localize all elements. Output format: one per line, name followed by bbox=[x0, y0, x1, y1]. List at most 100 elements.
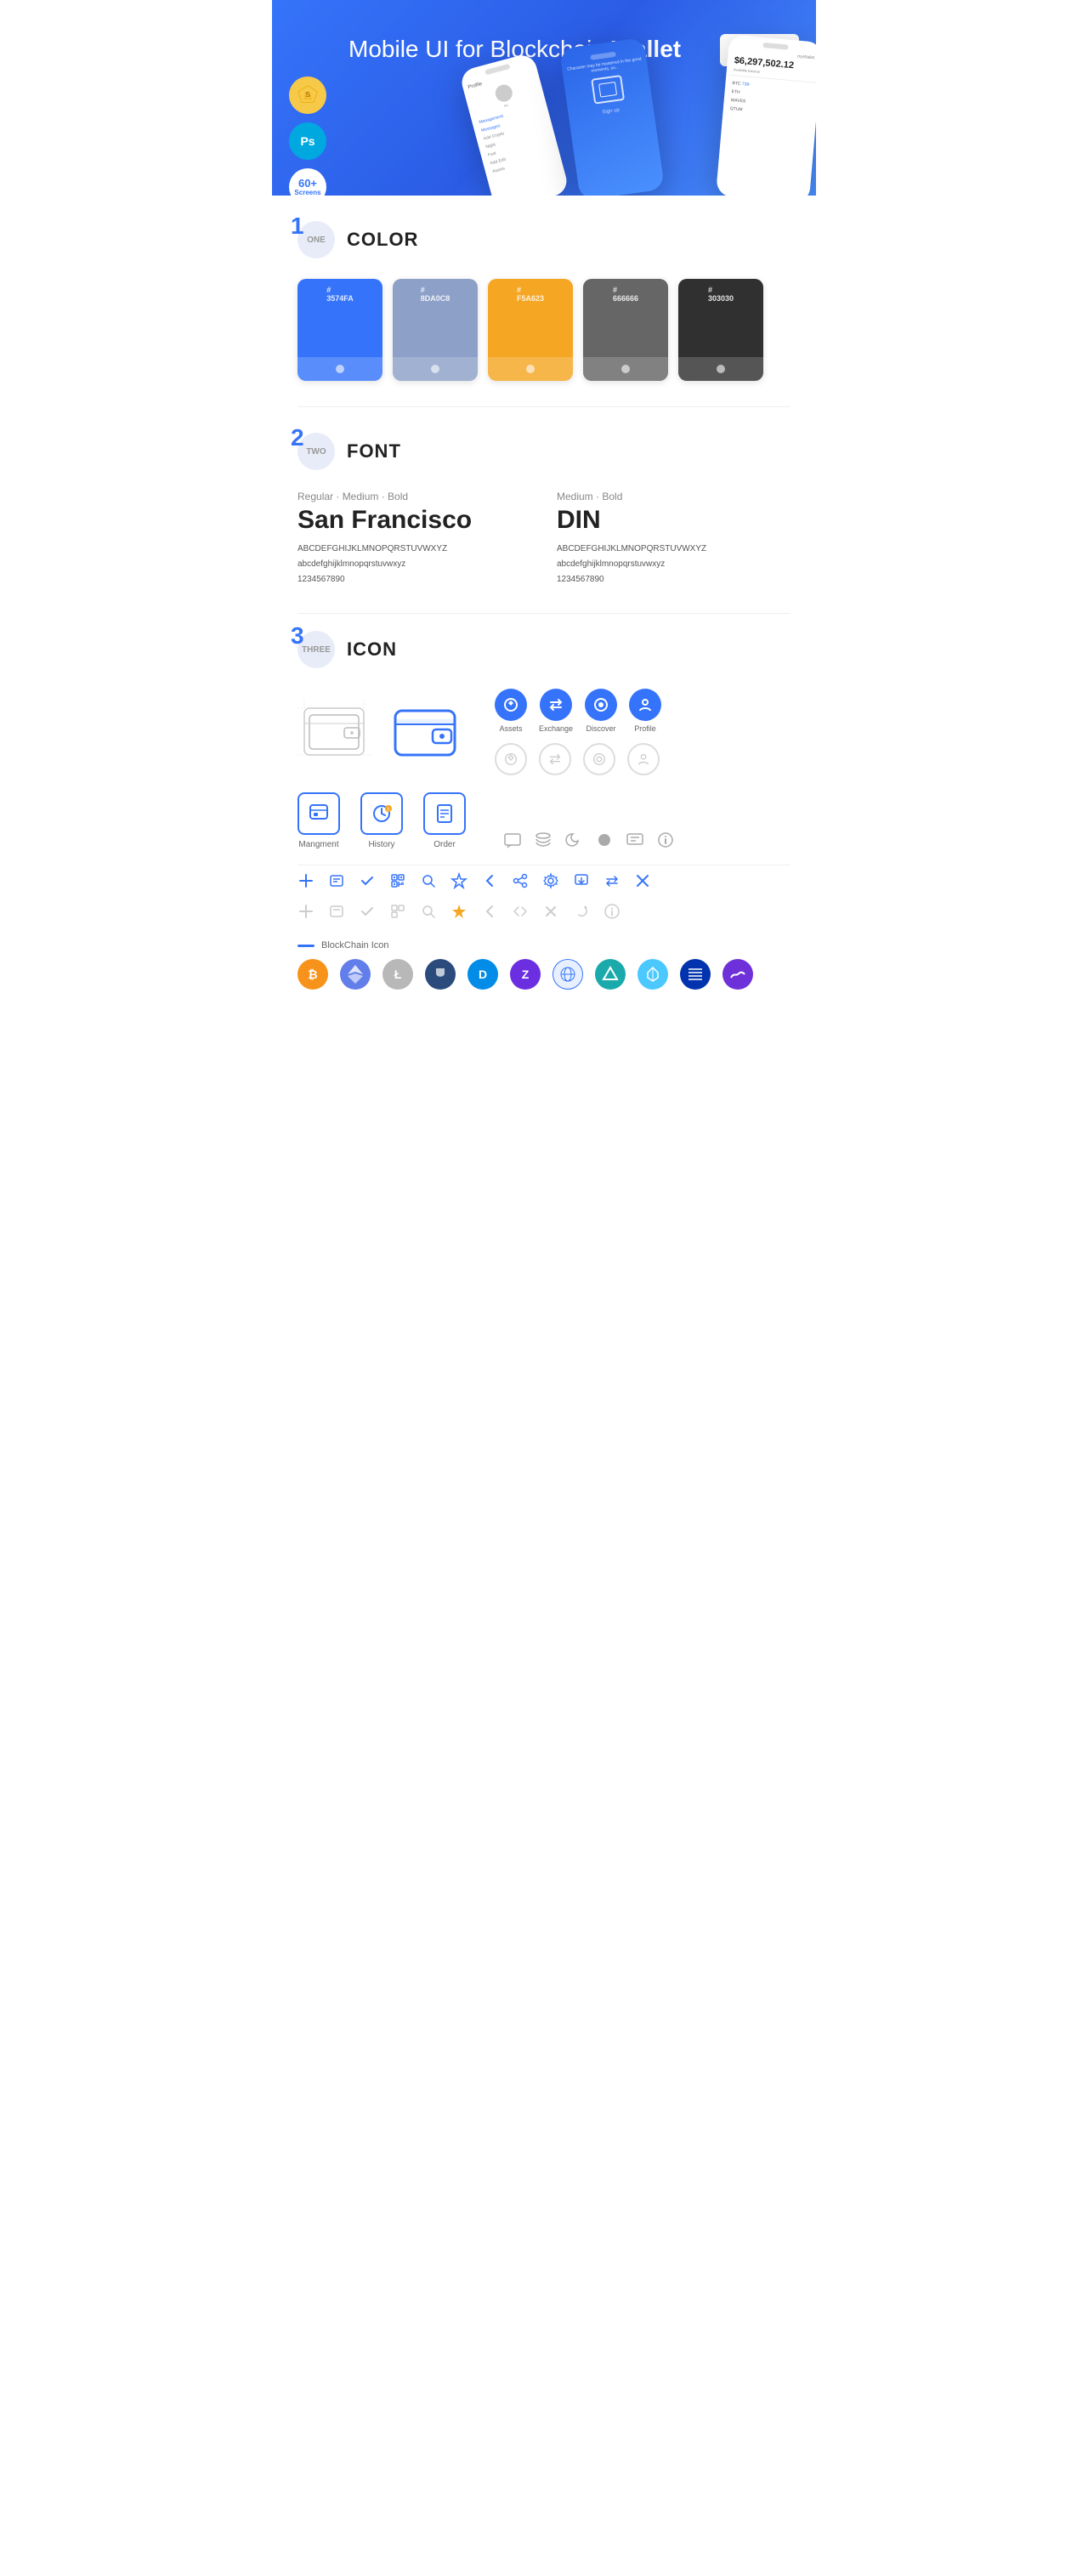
search-icon-gray bbox=[420, 903, 437, 920]
icon-section-header: 3 THREE ICON bbox=[298, 631, 790, 668]
gear-icon bbox=[542, 872, 559, 889]
crypto-zec: Z bbox=[510, 959, 541, 990]
check-icon bbox=[359, 872, 376, 889]
info-icon bbox=[656, 831, 675, 849]
font-sf-lower: abcdefghijklmnopqrstuvwxyz bbox=[298, 557, 531, 572]
crypto-gem bbox=[638, 959, 668, 990]
crypto-eth bbox=[340, 959, 371, 990]
ps-badge: Ps bbox=[289, 122, 326, 160]
font-din-style: Medium · Bold bbox=[557, 491, 790, 502]
small-icons-gray-row bbox=[298, 896, 790, 927]
crypto-dash: D bbox=[468, 959, 498, 990]
arrows-gray bbox=[512, 903, 529, 920]
color-swatch-4: #303030 bbox=[678, 279, 763, 381]
font-sf-name: San Francisco bbox=[298, 506, 531, 535]
font-din-numbers: 1234567890 bbox=[557, 572, 790, 587]
nav-icons-colored: Assets Exchange Discover bbox=[495, 689, 661, 775]
color-grid: #3574FA #8DA0C8 #F5A623 #666666 #303030 bbox=[298, 279, 790, 381]
swap-icon bbox=[604, 872, 620, 889]
font-title: FONT bbox=[347, 440, 401, 462]
small-icons-blue-row bbox=[298, 865, 790, 896]
color-section-header: 1 ONE COLOR bbox=[298, 221, 790, 258]
download-icon bbox=[573, 872, 590, 889]
screens-badge: 60+ Screens bbox=[289, 168, 326, 196]
search-icon bbox=[420, 872, 437, 889]
nav-icon-profile: Profile bbox=[629, 689, 661, 733]
phone-mockup-3: myWallet $6,297,502.12 Available balance… bbox=[716, 35, 816, 196]
list-icon-gray bbox=[328, 903, 345, 920]
nav-icon-discover: Discover bbox=[585, 689, 617, 733]
blockchain-label: BlockChain Icon bbox=[321, 940, 389, 950]
list-icon bbox=[328, 872, 345, 889]
chat-icon bbox=[503, 831, 522, 849]
color-swatch-2: #F5A623 bbox=[488, 279, 573, 381]
crypto-ltc: Ł bbox=[382, 959, 413, 990]
svg-text:!: ! bbox=[388, 808, 389, 813]
icon-section: 3 THREE ICON bbox=[272, 614, 816, 1022]
hero-section: Mobile UI for Blockchain Wallet UI Kit S… bbox=[272, 0, 816, 196]
redo-gray bbox=[573, 903, 590, 920]
font-section: 2 TWO FONT Regular · Medium · Bold San F… bbox=[272, 407, 816, 613]
color-section: 1 ONE COLOR #3574FA #8DA0C8 #F5A623 #666… bbox=[272, 196, 816, 406]
color-title: COLOR bbox=[347, 229, 418, 251]
svg-text:S: S bbox=[305, 90, 310, 99]
phone-mockups: Profile AI... Management Messages Add Cr… bbox=[476, 17, 816, 196]
blockchain-icons-row: ₿ Ł D Z bbox=[298, 959, 790, 990]
wallet-colored-icon-container bbox=[388, 698, 464, 766]
font-din-lower: abcdefghijklmnopqrstuvwxyz bbox=[557, 557, 790, 572]
chevron-left-gray bbox=[481, 903, 498, 920]
crypto-gno bbox=[680, 959, 711, 990]
blockchain-section: BlockChain Icon ₿ Ł D Z bbox=[298, 940, 790, 990]
section-number-2: 2 TWO bbox=[298, 433, 335, 470]
layers-icon bbox=[534, 831, 552, 849]
wallet-wireframe-icon bbox=[298, 698, 374, 766]
blockchain-dash bbox=[298, 945, 314, 947]
wallet-colored-icon bbox=[392, 702, 460, 762]
x-gray bbox=[542, 903, 559, 920]
crypto-ark bbox=[595, 959, 626, 990]
app-icon-history: ! History bbox=[360, 792, 403, 849]
section-number-3: 3 THREE bbox=[298, 631, 335, 668]
nav-icon-assets: Assets bbox=[495, 689, 527, 733]
speech-bubble-icon bbox=[626, 831, 644, 849]
badges-column: S Ps 60+ Screens bbox=[289, 77, 326, 196]
phone-mockup-1: Profile AI... Management Messages Add Cr… bbox=[459, 52, 570, 196]
moon-icon bbox=[564, 831, 583, 849]
nav-icon-discover-outline bbox=[583, 743, 615, 775]
section-number-1: 1 ONE bbox=[298, 221, 335, 258]
close-icon bbox=[634, 872, 651, 889]
check-icon-gray bbox=[359, 903, 376, 920]
chevron-left-icon bbox=[481, 872, 498, 889]
qr-icon-gray bbox=[389, 903, 406, 920]
font-sf-upper: ABCDEFGHIJKLMNOPQRSTUVWXYZ bbox=[298, 542, 531, 557]
font-sf: Regular · Medium · Bold San Francisco AB… bbox=[298, 491, 531, 587]
app-icons-section: Mangment ! History Order bbox=[298, 792, 790, 849]
app-icon-order: Order bbox=[423, 792, 466, 849]
color-swatch-0: #3574FA bbox=[298, 279, 382, 381]
font-sf-style: Regular · Medium · Bold bbox=[298, 491, 531, 502]
utility-icons-row bbox=[503, 831, 675, 849]
sketch-badge: S bbox=[289, 77, 326, 114]
star-icon-yellow bbox=[450, 903, 468, 920]
phone-mockup-2: Character may be mastered in the good mo… bbox=[559, 37, 665, 196]
nav-icon-profile-outline bbox=[627, 743, 660, 775]
crypto-net bbox=[552, 959, 583, 990]
font-section-header: 2 TWO FONT bbox=[298, 433, 790, 470]
info-gray bbox=[604, 903, 620, 920]
circle-icon bbox=[595, 831, 614, 849]
nav-icon-exchange-outline bbox=[539, 743, 571, 775]
crypto-blk bbox=[425, 959, 456, 990]
font-din: Medium · Bold DIN ABCDEFGHIJKLMNOPQRSTUV… bbox=[557, 491, 790, 587]
crypto-waves bbox=[722, 959, 753, 990]
share-icon bbox=[512, 872, 529, 889]
app-icon-management: Mangment bbox=[298, 792, 340, 849]
qr-icon bbox=[389, 872, 406, 889]
font-grid: Regular · Medium · Bold San Francisco AB… bbox=[298, 491, 790, 587]
icon-title: ICON bbox=[347, 638, 397, 661]
nav-icon-exchange: Exchange bbox=[539, 689, 573, 733]
crypto-btc: ₿ bbox=[298, 959, 328, 990]
nav-icon-assets-outline bbox=[495, 743, 527, 775]
font-sf-numbers: 1234567890 bbox=[298, 572, 531, 587]
star-icon bbox=[450, 872, 468, 889]
icon-main-row: Assets Exchange Discover bbox=[298, 689, 790, 775]
